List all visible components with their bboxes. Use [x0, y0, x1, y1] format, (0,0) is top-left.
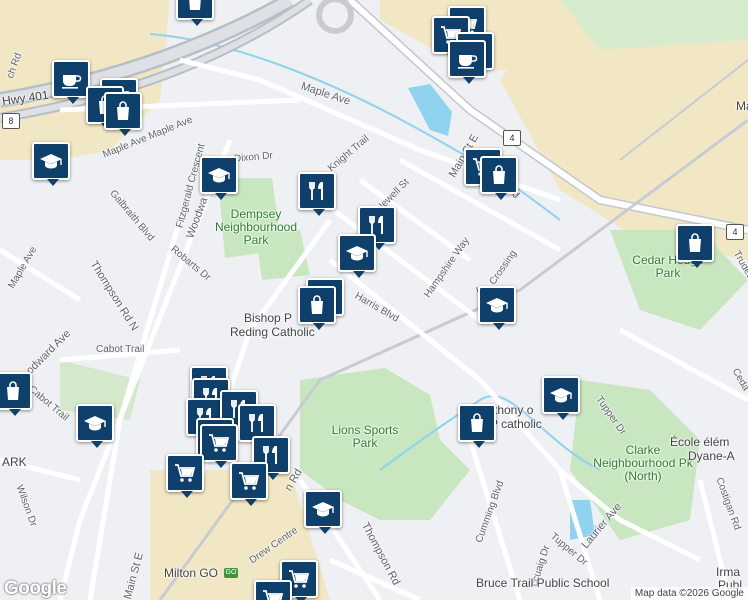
shopping-bag-pin[interactable] — [298, 286, 336, 330]
shopping-bag-icon — [7, 381, 19, 400]
shopping-bag-icon — [689, 233, 701, 252]
graduation-cap-icon — [312, 502, 334, 517]
shopping-bag-pin[interactable] — [676, 224, 714, 268]
graduation-cap-icon — [346, 246, 368, 261]
shopping-bag-pin[interactable] — [104, 92, 142, 136]
google-logo: Google — [4, 578, 67, 599]
graduation-cap-pin[interactable] — [76, 404, 114, 448]
restaurant-icon — [249, 414, 263, 432]
coffee-cup-icon — [62, 75, 82, 89]
shopping-cart-icon — [263, 590, 284, 600]
shopping-cart-icon — [209, 434, 230, 452]
dempsey-park-label[interactable]: Dempsey Neighbourhood Park — [212, 208, 300, 247]
milton-go-label[interactable]: Milton GO — [164, 567, 218, 579]
bishop-label[interactable]: Bishop P — [244, 312, 292, 324]
coffee-cup-pin[interactable] — [52, 60, 90, 104]
route-4-shield: 4 — [503, 130, 521, 146]
graduation-cap-icon — [84, 416, 106, 431]
map-attribution[interactable]: Map data ©2026 Google — [630, 587, 748, 600]
graduation-cap-pin[interactable] — [338, 234, 376, 278]
shopping-bag-icon — [471, 413, 483, 432]
reding-catholic-label[interactable]: Reding Catholic — [230, 326, 315, 338]
ma-label: Ma — [736, 99, 748, 113]
shopping-bag-icon — [117, 101, 129, 120]
coffee-cup-pin[interactable] — [448, 40, 486, 84]
shopping-bag-icon — [493, 165, 505, 184]
graduation-cap-icon — [550, 388, 572, 403]
shopping-cart-pin[interactable] — [230, 462, 268, 506]
shopping-bag-pin[interactable] — [458, 404, 496, 448]
graduation-cap-icon — [208, 168, 230, 183]
graduation-cap-icon — [40, 154, 62, 169]
graduation-cap-pin[interactable] — [478, 286, 516, 330]
graduation-cap-pin[interactable] — [304, 490, 342, 534]
graduation-cap-pin[interactable] — [542, 376, 580, 420]
ecole-label-a[interactable]: École élém — [670, 436, 729, 448]
shopping-cart-pin[interactable] — [200, 424, 238, 468]
irma-label-a[interactable]: Irma — [716, 566, 740, 578]
clarke-park-label[interactable]: Clarke Neighbourhood Pk (North) — [588, 444, 698, 483]
restaurant-icon — [309, 182, 323, 200]
shopping-bag-pin[interactable] — [176, 0, 214, 26]
map-canvas[interactable]: 8 4 4 Hwy 401 ch Rd Maple Ave Maple Ave … — [0, 0, 748, 600]
shopping-cart-icon — [175, 464, 196, 482]
graduation-cap-pin[interactable] — [200, 156, 238, 200]
go-train-icon: GO — [224, 568, 238, 578]
shopping-cart-pin[interactable] — [254, 580, 292, 600]
shopping-bag-pin[interactable] — [480, 156, 518, 200]
coffee-cup-icon — [458, 55, 478, 69]
bruce-trail-school-label[interactable]: Bruce Trail Public School — [476, 577, 609, 589]
ecole-label-b[interactable]: Dyane-A — [688, 450, 735, 462]
route-4-shield-east: 4 — [726, 224, 744, 240]
highway-8-shield: 8 — [2, 113, 20, 129]
anthony-label-b[interactable]: P catholic — [490, 418, 542, 430]
shopping-bag-pin[interactable] — [0, 372, 32, 416]
graduation-cap-pin[interactable] — [32, 142, 70, 186]
lions-sports-park-label[interactable]: Lions Sports Park — [330, 424, 400, 450]
shopping-cart-pin[interactable] — [166, 454, 204, 498]
graduation-cap-icon — [486, 298, 508, 313]
cabot-trail-a-label: Cabot Trail — [96, 344, 145, 355]
shopping-bag-icon — [311, 295, 323, 314]
anthony-label-a[interactable]: thony o — [494, 404, 533, 416]
ark-label: ARK — [2, 455, 27, 469]
restaurant-pin[interactable] — [298, 172, 336, 216]
shopping-cart-icon — [239, 472, 260, 490]
shopping-bag-icon — [189, 0, 201, 10]
